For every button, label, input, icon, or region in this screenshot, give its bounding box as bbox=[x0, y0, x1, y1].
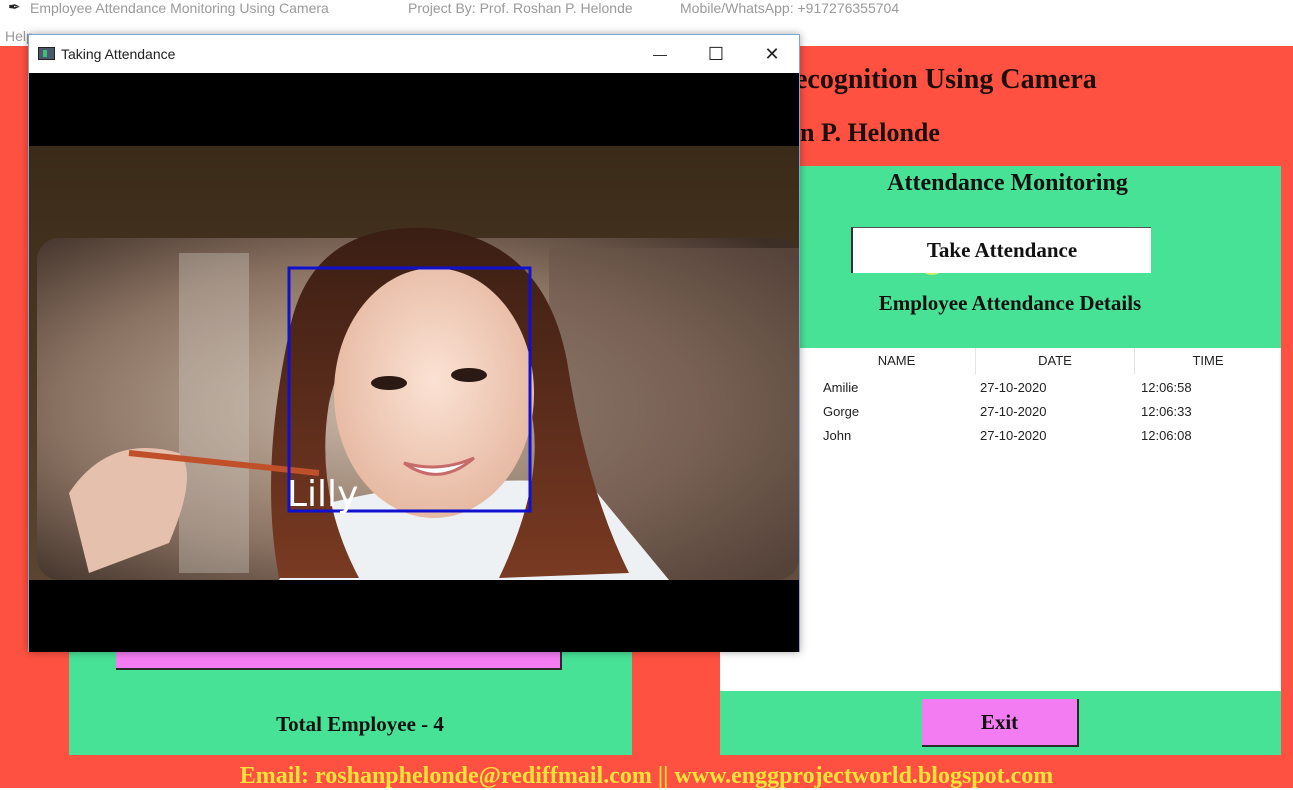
cell-date: 27-10-2020 bbox=[980, 404, 1047, 419]
maximize-icon[interactable]: ☐ bbox=[688, 35, 744, 73]
app-heading: ecognition Using Camera bbox=[795, 64, 1097, 95]
project-by-text: Project By: Prof. Roshan P. Helonde bbox=[408, 0, 633, 16]
camera-title-bar[interactable]: Taking Attendance — ☐ ✕ bbox=[29, 35, 799, 73]
cell-time: 12:06:08 bbox=[1141, 428, 1192, 443]
window-app-icon bbox=[38, 47, 55, 60]
cell-name: Amilie bbox=[823, 380, 859, 395]
author-heading: n P. Helonde bbox=[800, 118, 940, 147]
table-row[interactable]: John 27-10-2020 12:06:08 bbox=[818, 426, 1281, 448]
table-row[interactable]: Amilie 27-10-2020 12:06:58 bbox=[818, 378, 1281, 400]
exit-button[interactable]: Exit bbox=[922, 699, 1079, 747]
cell-date: 27-10-2020 bbox=[980, 428, 1047, 443]
table-row[interactable]: Gorge 27-10-2020 12:06:33 bbox=[818, 402, 1281, 424]
contact-text: Mobile/WhatsApp: +917276355704 bbox=[680, 0, 900, 16]
column-header-date[interactable]: DATE bbox=[976, 348, 1135, 374]
footer-contact: Email: roshanphelonde@rediffmail.com || … bbox=[239, 763, 1054, 789]
camera-feed: Lilly bbox=[29, 73, 799, 652]
window-title: Employee Attendance Monitoring Using Cam… bbox=[30, 0, 329, 16]
details-heading: Employee Attendance Details bbox=[878, 291, 1142, 315]
cell-time: 12:06:58 bbox=[1141, 380, 1192, 395]
close-icon[interactable]: ✕ bbox=[744, 35, 800, 73]
feather-icon: ✒ bbox=[8, 0, 21, 16]
camera-window[interactable]: Taking Attendance — ☐ ✕ Lilly bbox=[28, 34, 800, 652]
cell-date: 27-10-2020 bbox=[980, 380, 1047, 395]
camera-frame-image bbox=[29, 146, 799, 580]
take-attendance-button[interactable]: Take Attendance bbox=[851, 227, 1151, 273]
cell-name: John bbox=[823, 428, 852, 443]
main-title-bar: ✒ Employee Attendance Monitoring Using C… bbox=[0, 0, 1293, 26]
cell-time: 12:06:33 bbox=[1141, 404, 1192, 419]
total-employee-label: Total Employee - 4 bbox=[276, 712, 444, 736]
camera-window-title: Taking Attendance bbox=[61, 46, 176, 62]
attendance-heading: Attendance Monitoring bbox=[887, 170, 1128, 196]
column-header-name[interactable]: NAME bbox=[818, 348, 976, 374]
cell-name: Gorge bbox=[823, 404, 860, 419]
column-header-time[interactable]: TIME bbox=[1135, 348, 1281, 374]
minimize-icon[interactable]: — bbox=[632, 35, 688, 73]
detected-name-label: Lilly bbox=[287, 474, 359, 515]
